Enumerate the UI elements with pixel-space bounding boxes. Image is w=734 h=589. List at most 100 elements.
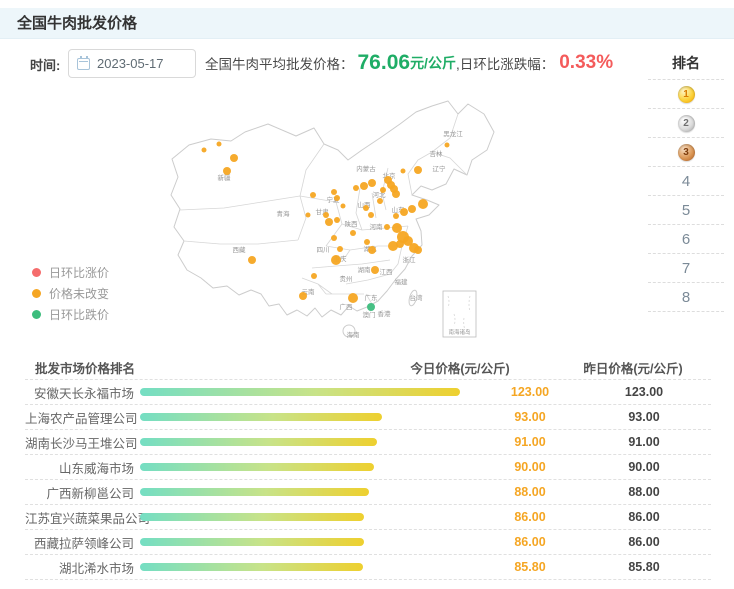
market-dot[interactable] (367, 303, 375, 311)
rank-row: 3 (648, 138, 724, 167)
price-bar[interactable] (140, 488, 369, 496)
beef-price-dashboard: 全国牛肉批发价格 时间: 2023-05-17 全国牛肉平均批发价格： 76.0… (0, 0, 734, 589)
market-dot[interactable] (368, 246, 376, 254)
rank-medal-bronze-icon: 3 (678, 144, 695, 161)
market-dot[interactable] (306, 213, 311, 218)
market-dot[interactable] (360, 182, 368, 190)
price-table: 批发市场价格排名 今日价格(元/公斤) 昨日价格(元/公斤) 安徽天长永福市场1… (25, 356, 711, 580)
market-dot[interactable] (418, 199, 428, 209)
price-bar[interactable] (140, 463, 374, 471)
change-percent: 0.33% (559, 52, 613, 74)
market-name: 安徽天长永福市场 (25, 383, 140, 402)
market-dot[interactable] (341, 204, 346, 209)
province-label: 福建 (395, 277, 409, 286)
market-dot[interactable] (368, 212, 374, 218)
market-dot[interactable] (388, 241, 398, 251)
table-row: 江苏宜兴蔬菜果品公司86.0086.00 (25, 505, 711, 530)
market-dot[interactable] (331, 189, 337, 195)
bar-zone (140, 463, 472, 471)
legend-label: 日环比跌价 (49, 306, 109, 323)
col-header-today: 今日价格(元/公斤) (365, 358, 555, 377)
avg-price-unit: 元/公斤 (410, 53, 456, 73)
market-dot[interactable] (364, 239, 370, 245)
province-label: 青海 (277, 209, 291, 218)
date-value[interactable]: 2023-05-17 (97, 56, 164, 71)
price-bar[interactable] (140, 388, 460, 396)
market-dot[interactable] (408, 205, 416, 213)
market-dot[interactable] (445, 143, 450, 148)
market-dot[interactable] (371, 266, 379, 274)
market-dot[interactable] (414, 246, 422, 254)
market-dot[interactable] (380, 187, 386, 193)
market-dot[interactable] (223, 167, 231, 175)
province-label: 西藏 (233, 245, 247, 254)
province-label: 浙江 (403, 255, 417, 264)
market-dot[interactable] (299, 292, 307, 300)
yesterday-price: 86.00 (588, 535, 700, 549)
time-label: 时间: (30, 55, 60, 74)
market-dot[interactable] (353, 185, 359, 191)
sea-inset-label: 南海诸岛 (448, 328, 471, 336)
market-dot[interactable] (331, 255, 341, 265)
province-label: 海南 (347, 330, 361, 339)
market-dot[interactable] (368, 179, 376, 187)
province-label: 河南 (370, 222, 384, 231)
market-dot[interactable] (334, 195, 340, 201)
yesterday-price: 86.00 (588, 510, 700, 524)
rank-number: 5 (682, 202, 690, 219)
market-dot[interactable] (400, 208, 408, 216)
market-dot[interactable] (230, 154, 238, 162)
market-dot[interactable] (337, 246, 343, 252)
market-dot[interactable] (377, 198, 383, 204)
market-dot[interactable] (334, 217, 340, 223)
legend-label: 日环比涨价 (49, 264, 109, 281)
market-dot[interactable] (401, 169, 406, 174)
rank-number: 8 (682, 289, 690, 306)
market-dot[interactable] (384, 224, 390, 230)
market-dot[interactable] (325, 218, 333, 226)
date-picker[interactable]: 2023-05-17 (68, 49, 196, 78)
market-dot[interactable] (323, 212, 329, 218)
province-label: 香港 (378, 309, 392, 318)
market-dot[interactable] (350, 230, 356, 236)
rank-row: 5 (648, 196, 724, 225)
market-dot[interactable] (311, 273, 317, 279)
market-name: 湖南长沙马王堆公司 (25, 433, 140, 452)
province-label: 澳门 (363, 310, 376, 319)
table-row: 上海农产品管理公司93.0093.00 (25, 405, 711, 430)
controls-row: 时间: 2023-05-17 全国牛肉平均批发价格： 76.06 元/公斤 ,日… (0, 46, 734, 80)
market-dot[interactable] (393, 213, 399, 219)
bar-zone (140, 413, 472, 421)
market-dot[interactable] (202, 148, 207, 153)
legend-item[interactable]: 价格未改变 (32, 283, 109, 304)
market-dot[interactable] (392, 223, 402, 233)
rank-row: 6 (648, 225, 724, 254)
price-bar[interactable] (140, 563, 363, 571)
bar-zone (140, 538, 472, 546)
china-map-svg: 南海诸岛 新疆西藏青海甘肃宁夏内蒙古陕西山西河北北京辽宁吉林黑龙江山东河南湖北重… (150, 98, 640, 350)
legend-item[interactable]: 日环比跌价 (32, 304, 109, 325)
legend-dot-icon (32, 268, 41, 277)
table-row: 安徽天长永福市场123.00123.00 (25, 380, 711, 405)
market-dot[interactable] (348, 293, 358, 303)
market-name: 西藏拉萨领峰公司 (25, 533, 140, 552)
province-label: 湖南 (358, 265, 372, 274)
province-label: 贵州 (340, 274, 353, 283)
market-dot[interactable] (331, 235, 337, 241)
market-dot[interactable] (392, 190, 400, 198)
rank-medal-silver-icon: 2 (678, 115, 695, 132)
china-map: 南海诸岛 新疆西藏青海甘肃宁夏内蒙古陕西山西河北北京辽宁吉林黑龙江山东河南湖北重… (150, 98, 640, 350)
price-bar[interactable] (140, 513, 364, 521)
legend-item[interactable]: 日环比涨价 (32, 262, 109, 283)
market-dot[interactable] (217, 142, 222, 147)
price-bar[interactable] (140, 438, 377, 446)
price-bar[interactable] (140, 538, 364, 546)
market-dot[interactable] (248, 256, 256, 264)
province-label: 四川 (317, 246, 330, 254)
market-dot[interactable] (310, 192, 316, 198)
price-bar[interactable] (140, 413, 382, 421)
market-dot[interactable] (363, 205, 369, 211)
rank-number: 4 (682, 173, 690, 190)
market-dot[interactable] (414, 166, 422, 174)
market-name: 广西新柳邕公司 (25, 483, 140, 502)
